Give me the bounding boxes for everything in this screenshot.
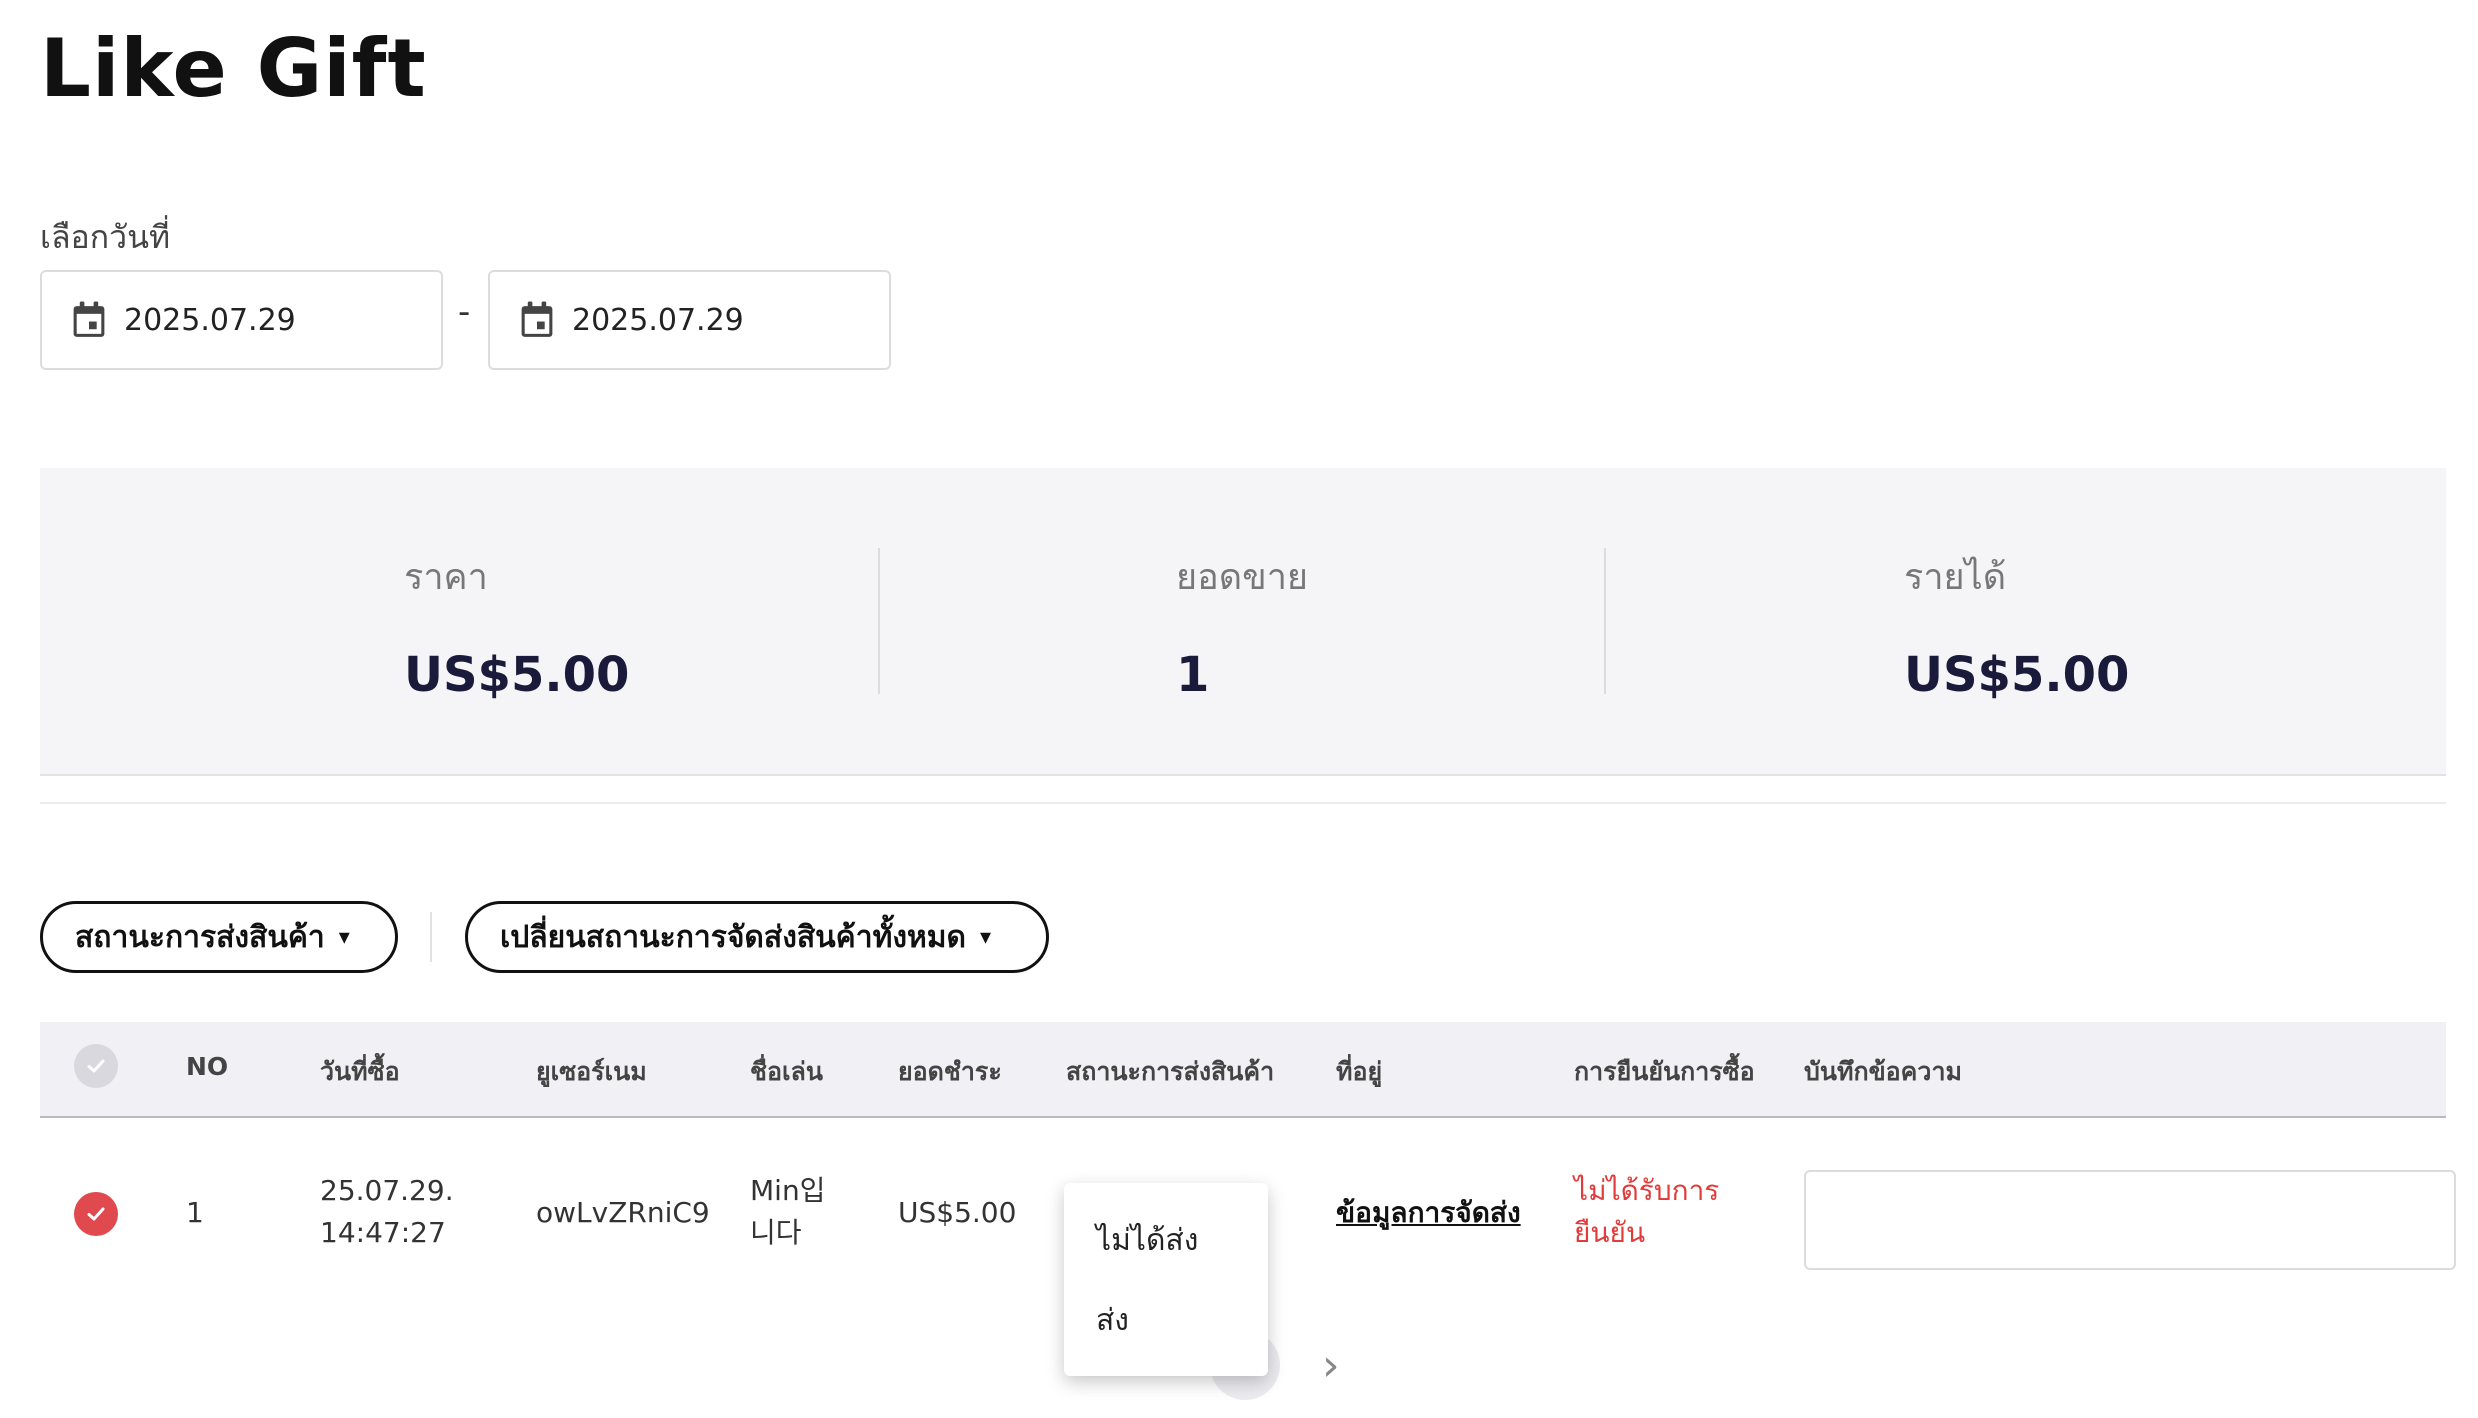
memo-input[interactable] [1804, 1170, 2456, 1270]
date-filter-label: เลือกวันที่ [40, 218, 171, 256]
cell-no: 1 [186, 1196, 204, 1229]
calendar-icon [521, 301, 553, 337]
check-icon [87, 1059, 105, 1073]
next-page-icon[interactable]: › [1322, 1340, 1340, 1391]
header-amount: ยอดชำระ [898, 1057, 1002, 1086]
confirm-status-line1: ไม่ได้รับการ [1574, 1174, 1720, 1207]
summary-revenue: รายได้ US$5.00 [1904, 548, 2129, 703]
summary-divider [1604, 548, 1606, 694]
summary-revenue-value: US$5.00 [1904, 647, 2130, 703]
end-date-value: 2025.07.29 [572, 302, 744, 338]
header-no: NO [186, 1052, 229, 1081]
summary-revenue-label: รายได้ [1904, 557, 2007, 598]
header-delivery-status: สถานะการส่งสินค้า [1066, 1057, 1275, 1086]
header-nickname: ชื่อเล่น [750, 1057, 823, 1086]
summary-price-label: ราคา [404, 557, 488, 598]
start-date-value: 2025.07.29 [124, 302, 296, 338]
table-header: NO วันที่ซื้อ ยูเซอร์เนม ชื่อเล่น ยอดชำร… [40, 1022, 2446, 1118]
cell-date-line1: 25.07.29. [320, 1174, 454, 1207]
shipping-info-link[interactable]: ข้อมูลการจัดส่ง [1336, 1192, 1521, 1234]
summary-sales: ยอดขาย 1 [1176, 548, 1308, 703]
change-all-status-button[interactable]: เปลี่ยนสถานะการจัดส่งสินค้าทั้งหมด ▾ [465, 901, 1049, 973]
summary-sales-value: 1 [1176, 647, 1210, 703]
delivery-status-dropdown: ไม่ได้ส่ง ส่ง [1064, 1183, 1268, 1376]
section-divider [40, 802, 2446, 804]
calendar-icon [73, 301, 105, 337]
start-date-field[interactable]: 2025.07.29 [40, 270, 443, 370]
header-memo: บันทึกข้อความ [1804, 1057, 1962, 1086]
check-icon [87, 1207, 105, 1221]
summary-price: ราคา US$5.00 [404, 548, 629, 703]
cell-date-line2: 14:47:27 [320, 1216, 446, 1249]
header-purchase-date: วันที่ซื้อ [320, 1057, 400, 1086]
header-address: ที่อยู่ [1336, 1057, 1383, 1086]
delivery-status-filter-label: สถานะการส่งสินค้า [75, 919, 325, 955]
end-date-field[interactable]: 2025.07.29 [488, 270, 891, 370]
summary-divider [878, 548, 880, 694]
header-username: ยูเซอร์เนม [536, 1057, 647, 1086]
cell-purchase-confirm: ไม่ได้รับการ ยืนยัน [1574, 1170, 1719, 1254]
cell-nickname-line1: Min입 [750, 1174, 826, 1207]
cell-username: owLvZRniC9 [536, 1196, 710, 1229]
summary-price-value: US$5.00 [404, 647, 630, 703]
row-checkbox[interactable] [74, 1192, 118, 1236]
summary-sales-label: ยอดขาย [1176, 557, 1309, 598]
cell-amount: US$5.00 [898, 1196, 1017, 1229]
cell-nickname-line2: 니다 [750, 1216, 802, 1249]
caret-down-icon: ▾ [338, 924, 350, 950]
dropdown-option-not-sent[interactable]: ไม่ได้ส่ง [1096, 1217, 1198, 1264]
date-separator: - [458, 292, 471, 332]
sales-summary: ราคา US$5.00 ยอดขาย 1 รายได้ US$5.00 [40, 468, 2446, 776]
cell-purchase-date: 25.07.29. 14:47:27 [320, 1170, 454, 1254]
delivery-status-filter-button[interactable]: สถานะการส่งสินค้า ▾ [40, 901, 398, 973]
filter-divider [430, 912, 432, 962]
select-all-checkbox[interactable] [74, 1044, 118, 1088]
header-purchase-confirm: การยืนยันการซื้อ [1574, 1057, 1755, 1086]
confirm-status-line2: ยืนยัน [1574, 1216, 1646, 1249]
cell-nickname: Min입 니다 [750, 1170, 825, 1254]
caret-down-icon: ▾ [980, 924, 992, 950]
page-title: Like Gift [40, 22, 427, 115]
dropdown-option-sent[interactable]: ส่ง [1096, 1297, 1129, 1344]
change-all-status-label: เปลี่ยนสถานะการจัดส่งสินค้าทั้งหมด [500, 919, 967, 955]
